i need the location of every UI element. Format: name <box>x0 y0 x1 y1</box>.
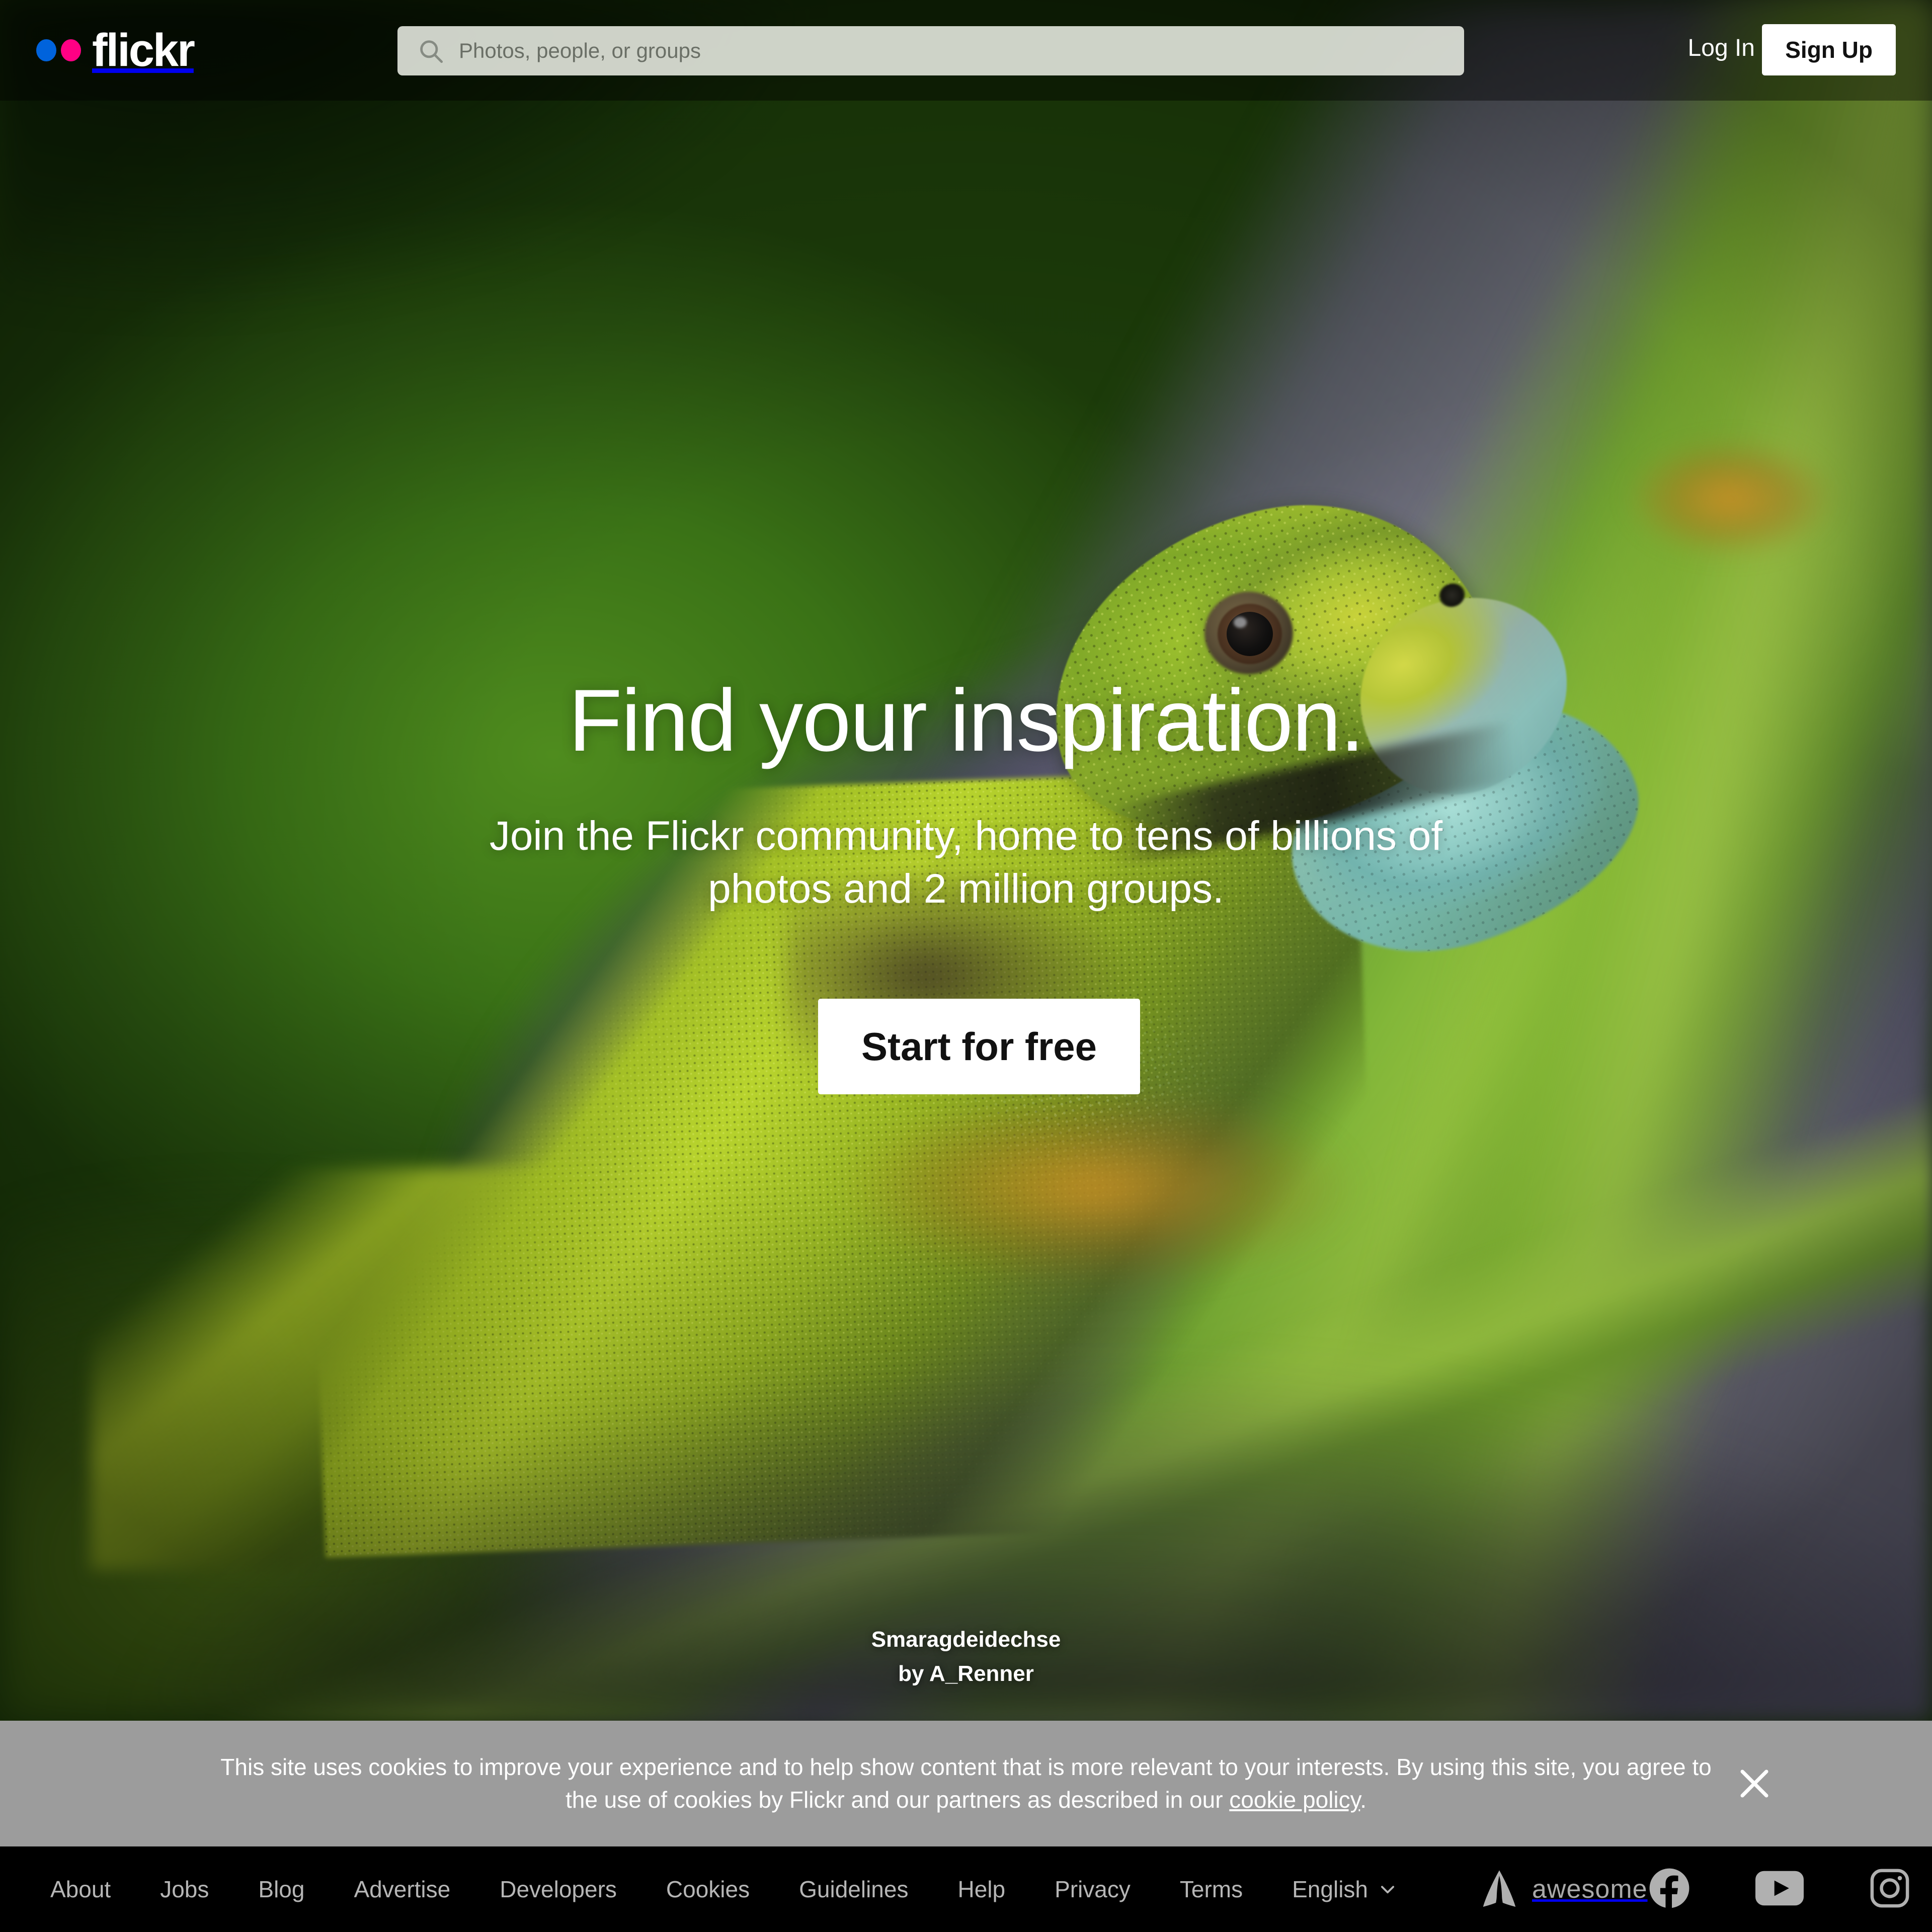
search-bar[interactable] <box>397 26 1464 75</box>
photo-author: by A_Renner <box>898 1661 1034 1686</box>
cookie-close-button[interactable] <box>1734 1763 1775 1804</box>
youtube-link[interactable] <box>1755 1871 1804 1908</box>
cookie-consent-banner: This site uses cookies to improve your e… <box>0 1721 1932 1846</box>
page-title: Find your inspiration. <box>568 672 1364 770</box>
footer-link-about[interactable]: About <box>50 1876 111 1903</box>
search-icon <box>420 40 443 63</box>
search-input[interactable] <box>459 39 1444 63</box>
footer-link-cookies[interactable]: Cookies <box>666 1876 750 1903</box>
awesome-wordmark: awesome <box>1532 1875 1648 1904</box>
smugmug-a-icon <box>1483 1870 1516 1907</box>
cookie-text-after: . <box>1360 1787 1367 1813</box>
photo-attribution: Smaragdeidechse by A_Renner <box>0 1623 1932 1691</box>
instagram-icon <box>1870 1869 1909 1907</box>
login-link[interactable]: Log In <box>1688 34 1755 62</box>
cookie-banner-text: This site uses cookies to improve your e… <box>216 1751 1716 1817</box>
hero-subtitle: Join the Flickr community, home to tens … <box>489 813 1443 912</box>
footer-link-jobs[interactable]: Jobs <box>160 1876 209 1903</box>
smugmug-awesome-logo[interactable]: awesome <box>1478 1868 1648 1911</box>
signup-button[interactable]: Sign Up <box>1762 24 1896 75</box>
cookie-policy-link[interactable]: cookie policy <box>1229 1787 1360 1813</box>
chevron-down-icon <box>1381 1886 1394 1894</box>
footer-link-advertise[interactable]: Advertise <box>354 1876 450 1903</box>
facebook-icon <box>1649 1868 1689 1910</box>
footer-link-privacy[interactable]: Privacy <box>1055 1876 1131 1903</box>
footer-link-terms[interactable]: Terms <box>1180 1876 1243 1903</box>
photo-title: Smaragdeidechse <box>871 1627 1061 1652</box>
footer-nav: About Jobs Blog Advertise Developers Coo… <box>50 1876 1243 1903</box>
cookie-text-before: This site uses cookies to improve your e… <box>220 1753 1712 1813</box>
site-header: flickr Log In Sign Up <box>0 0 1932 101</box>
logo-dot-blue-icon <box>36 39 56 61</box>
logo-dot-pink-icon <box>61 39 81 61</box>
instagram-link[interactable] <box>1868 1867 1911 1912</box>
facebook-link[interactable] <box>1648 1867 1691 1912</box>
close-icon <box>1740 1769 1768 1798</box>
flickr-logo[interactable]: flickr <box>36 25 195 76</box>
start-for-free-button[interactable]: Start for free <box>818 999 1140 1094</box>
footer-link-blog[interactable]: Blog <box>258 1876 304 1903</box>
logo-wordmark: flickr <box>92 25 195 76</box>
youtube-icon <box>1755 1871 1804 1905</box>
language-label: English <box>1292 1876 1368 1902</box>
language-selector[interactable]: English <box>1292 1876 1397 1903</box>
footer-link-help[interactable]: Help <box>957 1876 1005 1903</box>
footer-link-developers[interactable]: Developers <box>500 1876 617 1903</box>
social-links <box>1648 1867 1911 1912</box>
footer-link-guidelines[interactable]: Guidelines <box>799 1876 908 1903</box>
site-footer: About Jobs Blog Advertise Developers Coo… <box>0 1846 1932 1932</box>
